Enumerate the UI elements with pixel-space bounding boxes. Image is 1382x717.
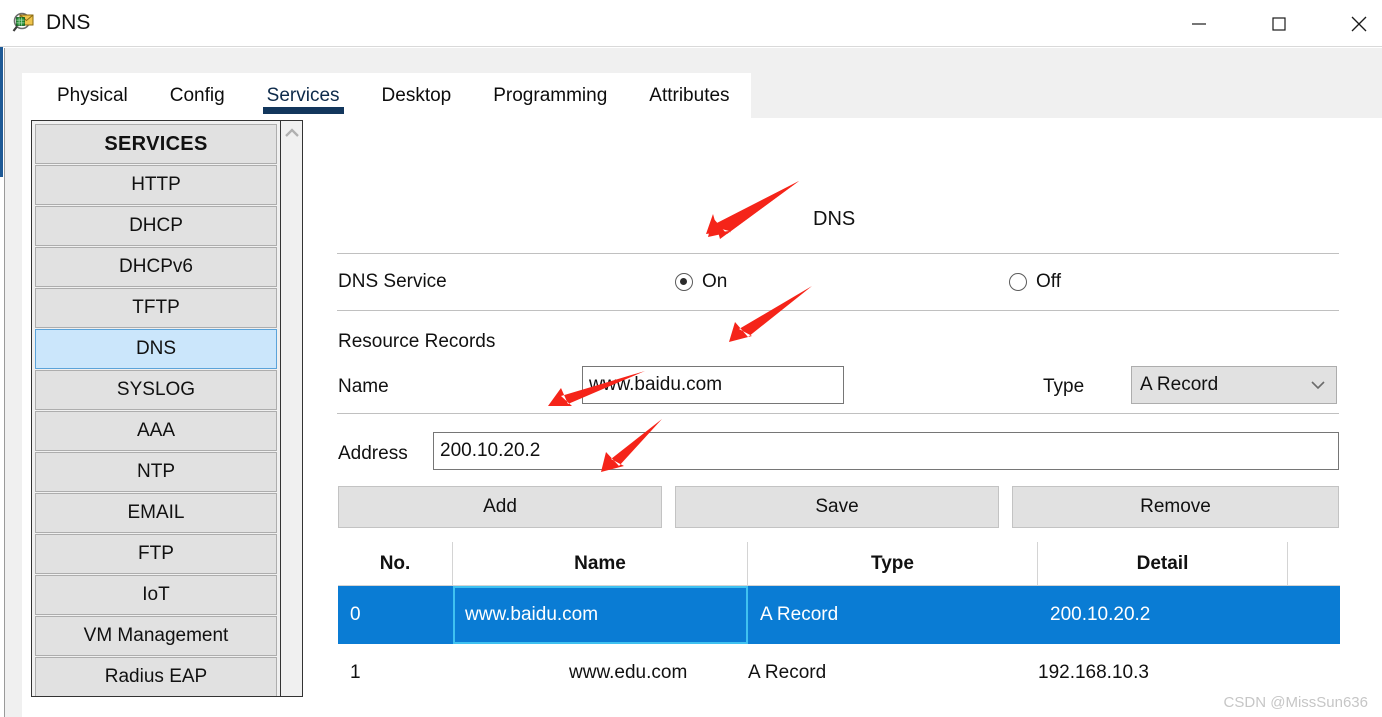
services-sidebar: SERVICES HTTP DHCP DHCPv6 TFTP DNS SYSLO… (31, 120, 303, 697)
resource-records-label: Resource Records (338, 331, 496, 352)
remove-button[interactable]: Remove (1012, 486, 1339, 528)
sidebar-item-dhcp[interactable]: DHCP (35, 206, 277, 246)
dialog-body: Physical Config Services Desktop Program… (5, 48, 1382, 717)
address-label: Address (338, 443, 408, 464)
type-select-value: A Record (1140, 374, 1219, 395)
name-input[interactable] (582, 366, 844, 404)
maximize-icon (1272, 16, 1286, 31)
type-select[interactable]: A Record (1131, 366, 1337, 404)
divider-middle (337, 310, 1339, 311)
title-bar: DNS (0, 0, 1382, 47)
cell-name: www.edu.com (569, 662, 688, 683)
window-title: DNS (46, 11, 91, 34)
tab-desktop[interactable]: Desktop (361, 73, 473, 118)
maximize-button[interactable] (1256, 0, 1302, 47)
cell-no: 1 (350, 662, 361, 683)
sidebar-scrollbar[interactable] (280, 121, 302, 696)
cell-detail: 200.10.20.2 (1050, 604, 1151, 625)
column-header-name[interactable]: Name (453, 542, 748, 585)
tab-attributes[interactable]: Attributes (628, 73, 750, 118)
dns-service-on-label: On (702, 271, 728, 292)
radio-off-icon (1009, 273, 1027, 291)
dns-service-off-label: Off (1036, 271, 1061, 292)
page-title: DNS (813, 208, 856, 230)
dns-service-on-radio[interactable]: On (675, 271, 727, 293)
cell-name[interactable]: www.baidu.com (453, 586, 748, 644)
cell-no: 0 (350, 604, 361, 625)
sidebar-item-ntp[interactable]: NTP (35, 452, 277, 492)
sidebar-item-email[interactable]: EMAIL (35, 493, 277, 533)
tab-attributes-label: Attributes (649, 85, 730, 106)
sidebar-item-dhcpv6[interactable]: DHCPv6 (35, 247, 277, 287)
tab-programming[interactable]: Programming (472, 73, 628, 118)
tab-config-label: Config (169, 85, 225, 106)
cell-type: A Record (760, 604, 839, 625)
watermark: CSDN @MissSun636 (1223, 694, 1368, 711)
dns-magnifier-icon (12, 9, 40, 37)
table-row[interactable]: 0 www.baidu.com A Record 200.10.20.2 (338, 586, 1340, 644)
column-header-no[interactable]: No. (338, 542, 453, 585)
close-button[interactable] (1336, 0, 1382, 47)
dns-service-off-radio[interactable]: Off (1009, 271, 1061, 293)
dns-device-window: DNS Physical Config Services Desktop Pro… (0, 0, 1382, 717)
tab-physical-label: Physical (57, 85, 128, 106)
divider-top (337, 253, 1339, 254)
minimize-button[interactable] (1176, 0, 1222, 47)
sidebar-item-radius-eap[interactable]: Radius EAP (35, 657, 277, 696)
tab-services-label: Services (266, 85, 340, 108)
close-icon (1351, 16, 1367, 31)
sidebar-item-tftp[interactable]: TFTP (35, 288, 277, 328)
add-button[interactable]: Add (338, 486, 662, 528)
sidebar-item-ftp[interactable]: FTP (35, 534, 277, 574)
sidebar-item-iot[interactable]: IoT (35, 575, 277, 615)
sidebar-header: SERVICES (35, 124, 277, 164)
sidebar-item-vm-management[interactable]: VM Management (35, 616, 277, 656)
tab-desktop-label: Desktop (381, 85, 452, 106)
save-button[interactable]: Save (675, 486, 999, 528)
tab-programming-label: Programming (493, 85, 608, 106)
minimize-icon (1192, 22, 1206, 25)
chevron-up-icon[interactable] (281, 121, 302, 145)
chevron-down-icon (1310, 374, 1326, 396)
services-list: SERVICES HTTP DHCP DHCPv6 TFTP DNS SYSLO… (32, 121, 280, 696)
sidebar-item-dns[interactable]: DNS (35, 329, 277, 369)
sidebar-item-syslog[interactable]: SYSLOG (35, 370, 277, 410)
name-label: Name (338, 376, 389, 397)
table-header-row: No. Name Type Detail (338, 542, 1340, 586)
column-header-detail[interactable]: Detail (1038, 542, 1288, 585)
sidebar-item-http[interactable]: HTTP (35, 165, 277, 205)
window-accent-stripe (0, 47, 3, 177)
tab-bar: Physical Config Services Desktop Program… (22, 73, 751, 118)
type-label: Type (1043, 376, 1085, 397)
address-input[interactable] (433, 432, 1339, 470)
divider-lower (337, 413, 1339, 414)
resource-records-table: No. Name Type Detail 0 www.baidu.com A R… (338, 542, 1340, 717)
dns-settings-form: DNS DNS Service On Off Resource Records … (337, 198, 1340, 717)
cell-type: A Record (748, 662, 827, 683)
tab-services[interactable]: Services (246, 73, 361, 118)
tab-physical[interactable]: Physical (36, 73, 149, 118)
table-row[interactable]: 1 www.edu.com A Record 192.168.10.3 (338, 644, 1340, 702)
sidebar-item-aaa[interactable]: AAA (35, 411, 277, 451)
dns-service-label: DNS Service (338, 271, 447, 292)
radio-on-icon (675, 273, 693, 291)
tab-config[interactable]: Config (149, 73, 246, 118)
column-header-type[interactable]: Type (748, 542, 1038, 585)
